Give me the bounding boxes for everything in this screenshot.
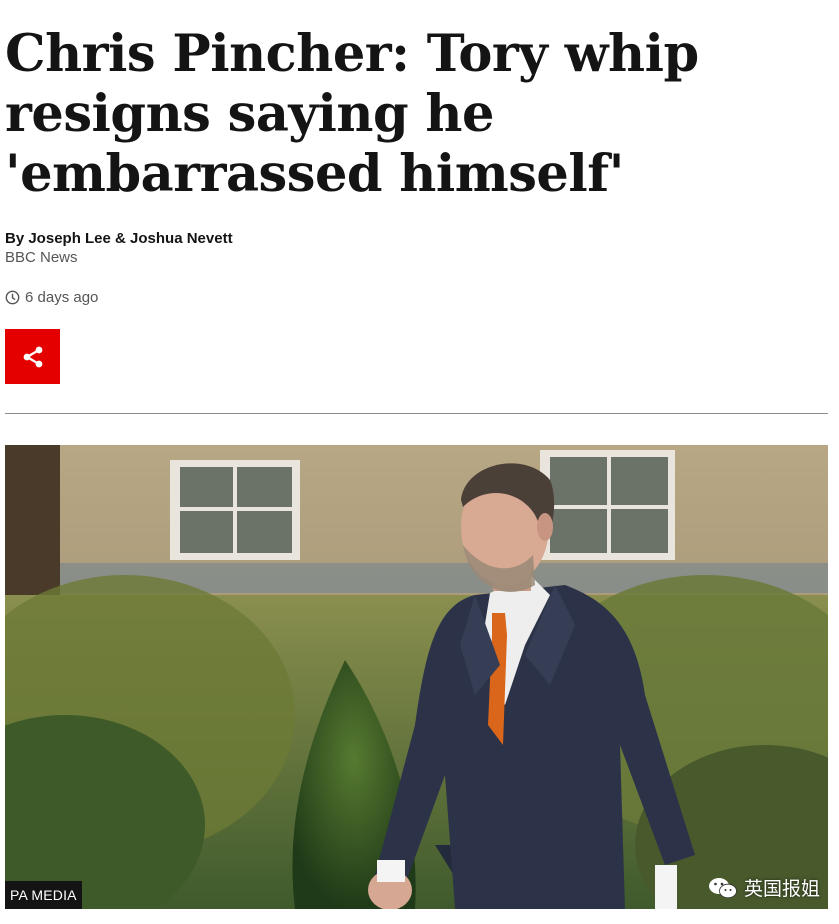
publish-time: 6 days ago (5, 289, 98, 306)
share-button[interactable] (5, 329, 60, 384)
watermark: 英国报姐 (708, 874, 820, 901)
byline-authors: By Joseph Lee & Joshua Nevett (5, 230, 233, 247)
clock-icon (5, 290, 20, 305)
article-photo: PA MEDIA 英国报姐 (5, 445, 828, 909)
wechat-icon (708, 877, 737, 898)
article-headline: Chris Pincher: Tory whip resigns saying … (5, 24, 699, 204)
watermark-text: 英国报姐 (743, 878, 820, 900)
timestamp-text: 6 days ago (25, 289, 99, 306)
photo-credit: PA MEDIA (5, 881, 82, 909)
byline: By Joseph Lee & Joshua Nevett BBC News (5, 229, 233, 267)
byline-org: BBC News (5, 249, 78, 266)
photo-scene (5, 445, 828, 909)
divider (5, 413, 828, 414)
share-icon (23, 346, 42, 367)
